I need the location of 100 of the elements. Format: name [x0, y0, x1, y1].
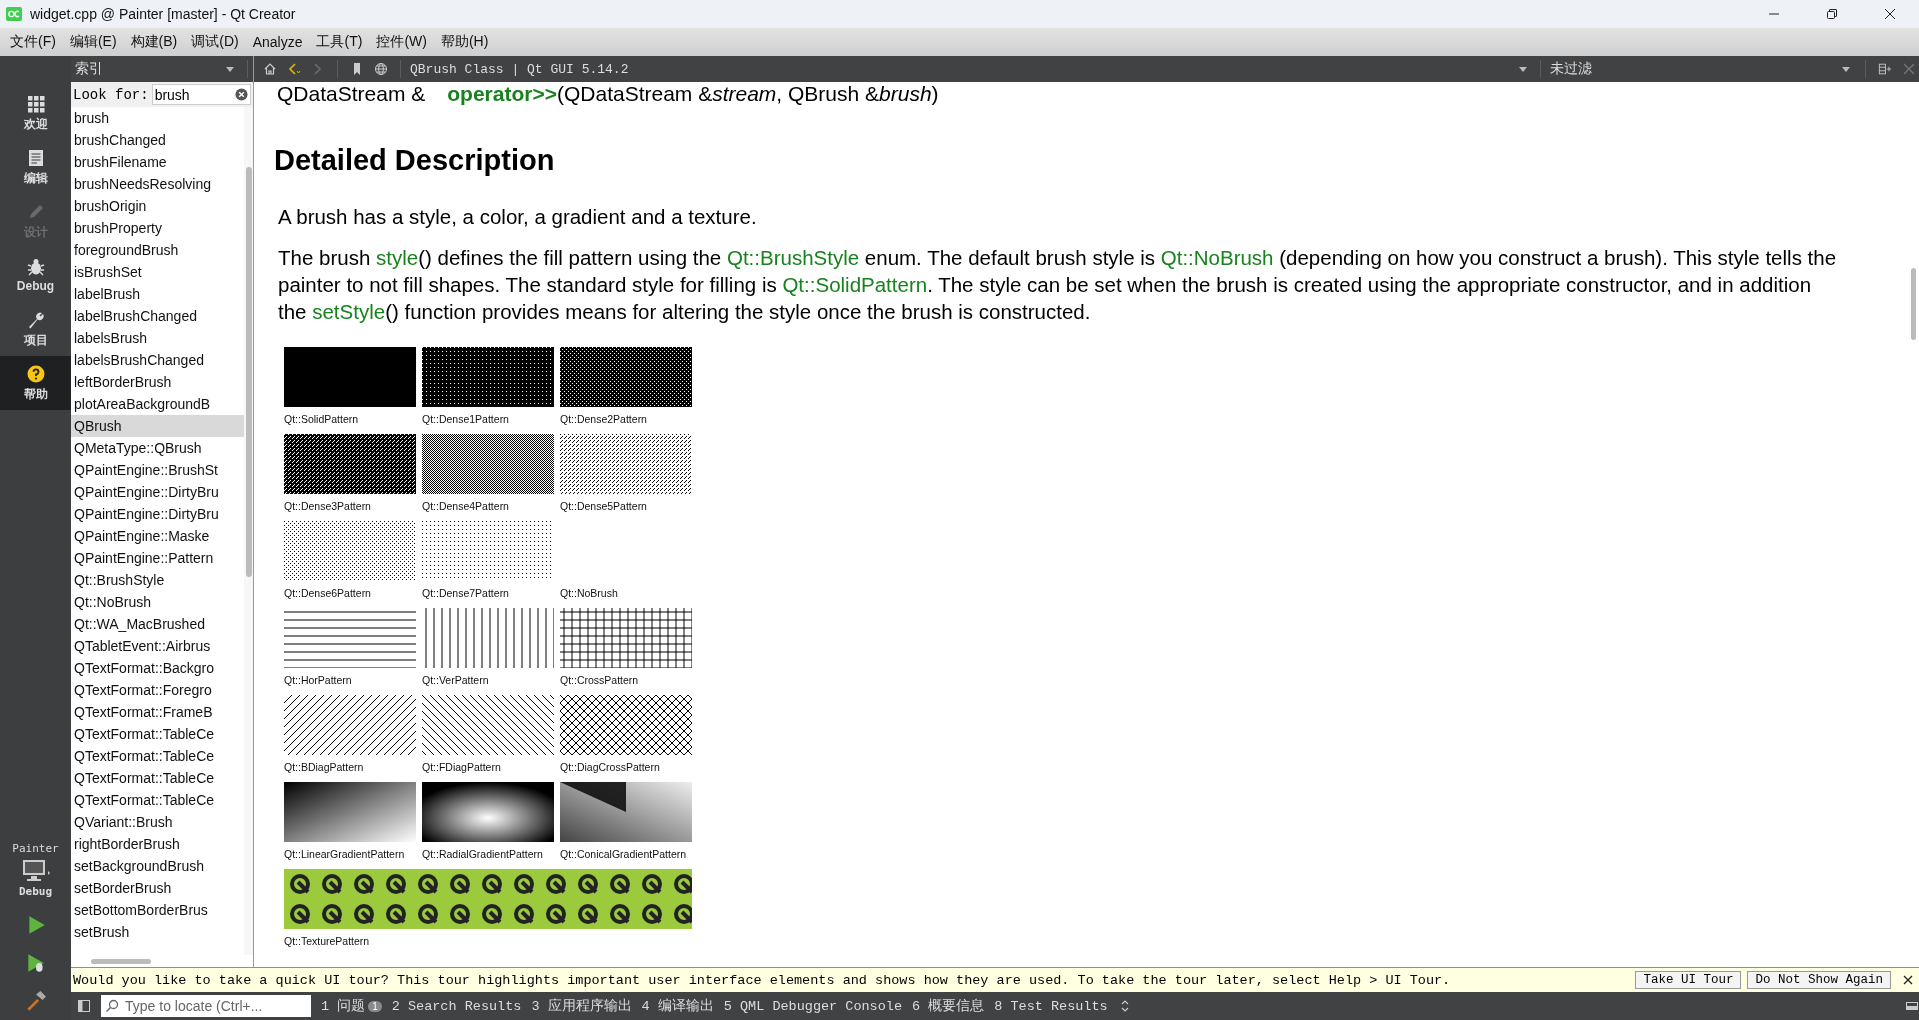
pattern-caption: Qt::CrossPattern	[560, 674, 640, 686]
menu-item[interactable]: 构建(B)	[124, 31, 184, 53]
index-item[interactable]: labelBrushChanged	[71, 305, 244, 327]
index-item[interactable]: QTextFormat::TableCe	[71, 745, 244, 767]
index-item[interactable]: QPaintEngine::Pattern	[71, 547, 244, 569]
doc-link[interactable]: Qt::BrushStyle	[726, 246, 860, 269]
pattern-caption: Qt::Dense1Pattern	[422, 413, 510, 425]
pattern-caption: Qt::TexturePattern	[284, 935, 371, 947]
index-item[interactable]: setBottomBorderBrus	[71, 899, 244, 921]
clear-icon[interactable]	[235, 88, 248, 101]
pattern-caption: Qt::ConicalGradientPattern	[560, 848, 688, 860]
mode-button[interactable]: 编辑	[0, 140, 71, 194]
output-pane-tab[interactable]: 8 Test Results	[994, 998, 1108, 1014]
pattern-caption: Qt::Dense3Pattern	[284, 500, 372, 512]
index-item[interactable]: QVariant::Brush	[71, 811, 244, 833]
pattern-caption: Qt::Dense5Pattern	[560, 500, 648, 512]
index-item[interactable]: QPaintEngine::DirtyBru	[71, 481, 244, 503]
caret-icon	[1519, 66, 1527, 72]
look-for-label: Look for:	[73, 86, 149, 103]
section-heading: Detailed Description	[274, 144, 556, 177]
menu-item[interactable]: 编辑(E)	[63, 31, 123, 53]
menu-item[interactable]: Analyze	[246, 32, 309, 52]
index-item[interactable]: QTextFormat::TableCe	[71, 767, 244, 789]
document-dropdown[interactable]: QBrush Class | Qt GUI 5.14.2	[410, 61, 1531, 77]
grid-icon	[25, 93, 46, 114]
index-item[interactable]: rightBorderBrush	[71, 833, 244, 855]
index-item[interactable]: QPaintEngine::Maske	[71, 525, 244, 547]
index-item[interactable]: brushNeedsResolving	[71, 173, 244, 195]
index-item[interactable]: Qt::NoBrush	[71, 591, 244, 613]
mode-button[interactable]: Debug	[0, 248, 71, 302]
index-item[interactable]: plotAreaBackgroundB	[71, 393, 244, 415]
index-item[interactable]: QBrush	[71, 415, 244, 437]
output-pane-tab[interactable]: 2 Search Results	[391, 998, 522, 1014]
window-title: widget.cpp @ Painter [master] - Qt Creator	[30, 6, 296, 22]
index-item[interactable]: leftBorderBrush	[71, 371, 244, 393]
index-item[interactable]: QTextFormat::TableCe	[71, 789, 244, 811]
output-pane-tab[interactable]: 3 应用程序输出	[531, 997, 632, 1015]
doc-link[interactable]: Qt::SolidPattern	[782, 273, 928, 296]
index-item[interactable]: QTextFormat::Backgro	[71, 657, 244, 679]
doc-link[interactable]: Qt::NoBrush	[1160, 246, 1274, 269]
index-item[interactable]: setBrush	[71, 921, 244, 943]
output-pane-tab[interactable]: 5 QML Debugger Console	[723, 998, 903, 1014]
index-item[interactable]: QTabletEvent::Airbrus	[71, 635, 244, 657]
pattern-caption: Qt::FDiagPattern	[422, 761, 502, 773]
index-item[interactable]: setBorderBrush	[71, 877, 244, 899]
index-item[interactable]: QTextFormat::FrameB	[71, 701, 244, 723]
index-item[interactable]: brushFilename	[71, 151, 244, 173]
index-item[interactable]: QPaintEngine::BrushSt	[71, 459, 244, 481]
mode-button[interactable]: 项目	[0, 302, 71, 356]
index-item[interactable]: brush	[71, 107, 244, 129]
index-item[interactable]: setBackgroundBrush	[71, 855, 244, 877]
scrollbar-thumb[interactable]	[245, 167, 252, 577]
caret-icon	[226, 66, 234, 72]
index-item[interactable]: brushProperty	[71, 217, 244, 239]
output-pane-tab[interactable]: 4 编译输出	[641, 997, 714, 1015]
mode-button[interactable]: 欢迎	[0, 86, 71, 140]
index-item[interactable]: QTextFormat::TableCe	[71, 723, 244, 745]
tour-button[interactable]: Do Not Show Again	[1747, 971, 1891, 989]
pattern-caption: Qt::Dense4Pattern	[422, 500, 510, 512]
panel-icon[interactable]	[1905, 999, 1919, 1013]
tour-message: Would you like to take a quick UI tour? This tour highlights important user interface elements and shows how they are used. To take the tour later, select Help > UI Tour.	[73, 972, 1452, 988]
index-item[interactable]: Qt::BrushStyle	[71, 569, 244, 591]
output-pane-tab[interactable]: 6 概要信息	[912, 997, 985, 1015]
doc-link[interactable]: style	[376, 246, 419, 269]
menu-item[interactable]: 控件(W)	[370, 31, 433, 53]
menu-item[interactable]: 文件(F)	[4, 31, 62, 53]
index-item[interactable]: labelsBrushChanged	[71, 349, 244, 371]
scrollbar-thumb[interactable]	[1910, 268, 1916, 340]
pattern-caption: Qt::Dense7Pattern	[422, 587, 510, 599]
index-item[interactable]: isBrushSet	[71, 261, 244, 283]
menu-item[interactable]: 工具(T)	[310, 31, 369, 53]
tour-button[interactable]: Take UI Tour	[1635, 971, 1742, 989]
index-item[interactable]: labelBrush	[71, 283, 244, 305]
index-item[interactable]: Qt::WA_MacBrushed	[71, 613, 244, 635]
menu-item[interactable]: 帮助(H)	[434, 31, 495, 53]
sidebar-toggle-icon[interactable]	[77, 999, 91, 1013]
count-badge: 1	[368, 1000, 382, 1012]
app-logo-icon	[6, 6, 22, 22]
doc-link[interactable]: setStyle	[312, 300, 386, 323]
index-item[interactable]: foregroundBrush	[71, 239, 244, 261]
mode-button[interactable]: 帮助	[0, 356, 71, 410]
index-item[interactable]: brushOrigin	[71, 195, 244, 217]
target-selector[interactable]: Debug	[18, 859, 53, 898]
project-name: Painter	[12, 842, 59, 855]
pattern-caption: Qt::RadialGradientPattern	[422, 848, 544, 860]
filter-dropdown[interactable]: 未过滤	[1550, 60, 1856, 78]
locator-field[interactable]: Type to locate (Ctrl+...	[101, 995, 311, 1017]
index-item[interactable]: QMetaType::QBrush	[71, 437, 244, 459]
pattern-caption: Qt::Dense6Pattern	[284, 587, 372, 599]
monitor-icon	[20, 859, 51, 883]
output-pane-tab[interactable]: 1 问题 1	[321, 997, 382, 1015]
scrollbar-thumb[interactable]	[91, 958, 151, 964]
menu-item[interactable]: 调试(D)	[185, 31, 245, 53]
index-item[interactable]: brushChanged	[71, 129, 244, 151]
pattern-caption: Qt::HorPattern	[284, 674, 353, 686]
search-field[interactable]: brush	[151, 84, 251, 105]
index-item[interactable]: QTextFormat::Foregro	[71, 679, 244, 701]
index-item[interactable]: labelsBrush	[71, 327, 244, 349]
index-item[interactable]: QPaintEngine::DirtyBru	[71, 503, 244, 525]
caret-icon	[1842, 66, 1850, 72]
